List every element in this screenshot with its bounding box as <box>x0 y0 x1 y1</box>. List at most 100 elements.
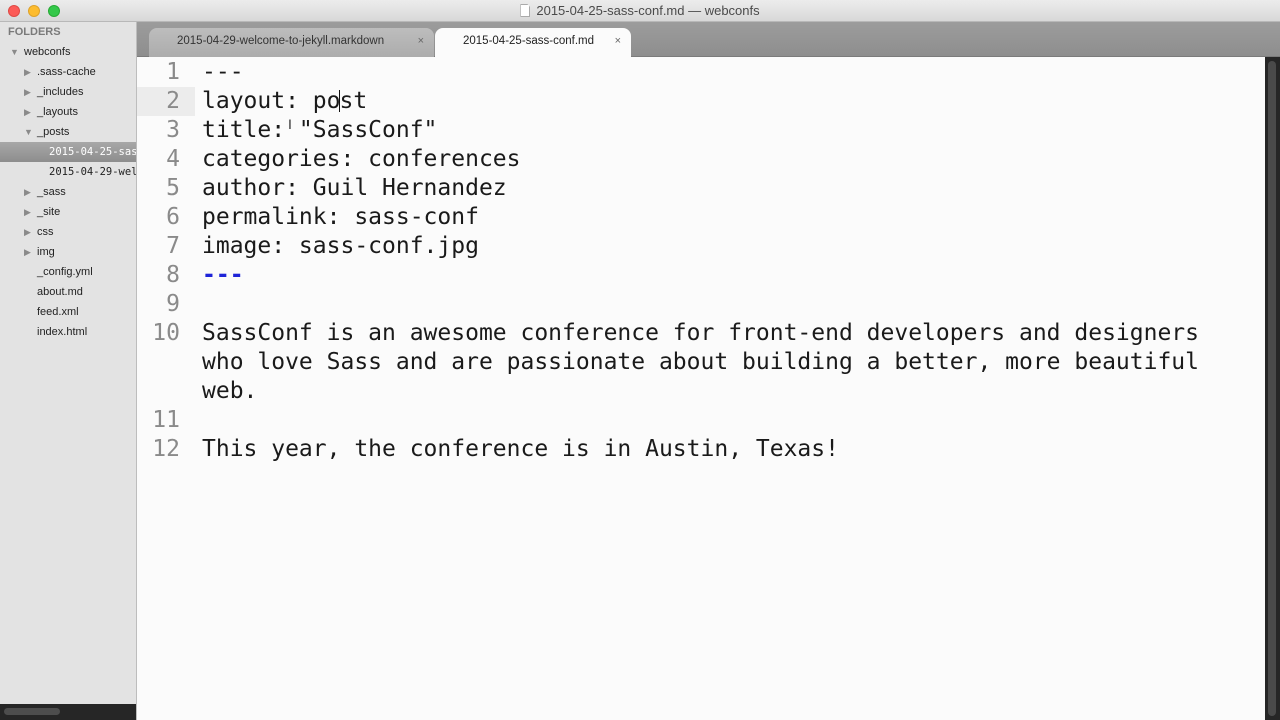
ibeam-cursor-icon: I <box>288 116 292 132</box>
chevron-down-icon[interactable]: ▼ <box>10 42 19 62</box>
tree-file-config[interactable]: _config.yml <box>0 262 136 282</box>
tree-file-feed[interactable]: feed.xml <box>0 302 136 322</box>
tree-item-label: .sass-cache <box>37 66 96 78</box>
tree-item-label: _layouts <box>37 106 78 118</box>
chevron-right-icon[interactable]: ▶ <box>24 82 31 102</box>
sidebar-horizontal-scrollbar[interactable] <box>0 704 136 720</box>
tab-bar: 2015-04-29-welcome-to-jekyll.markdown × … <box>137 22 1280 57</box>
tree-item-label: _site <box>37 206 61 218</box>
tree-folder-includes[interactable]: ▶ _includes <box>0 82 136 102</box>
tree-item-label: _sass <box>37 186 66 198</box>
tab-sass-conf[interactable]: 2015-04-25-sass-conf.md × <box>435 28 631 57</box>
editor-line: 11 <box>137 406 1265 435</box>
tree-item-label: about.md <box>37 286 83 298</box>
document-icon <box>520 4 531 17</box>
line-number <box>137 377 195 406</box>
code-editor[interactable]: 1 --- 2 layout: post 3 title: "SassConf"… <box>137 57 1265 720</box>
tree-file-sass-conf[interactable]: 2015-04-25-sass-conf.md <box>0 142 136 162</box>
tab-welcome-to-jekyll[interactable]: 2015-04-29-welcome-to-jekyll.markdown × <box>149 28 434 57</box>
tree-item-label: index.html <box>37 326 88 338</box>
editor-line: 4 categories: conferences <box>137 145 1265 174</box>
editor-line-wrap: who love Sass and are passionate about b… <box>137 348 1265 377</box>
line-number <box>137 348 195 377</box>
tree-folder-sass[interactable]: ▶ _sass <box>0 182 136 202</box>
line-number: 1 <box>166 59 180 85</box>
editor-line: 10 SassConf is an awesome conference for… <box>137 319 1265 348</box>
line-text: who love Sass and are passionate about b… <box>202 349 1199 375</box>
editor-line-wrap: web. <box>137 377 1265 406</box>
tree-item-label: _includes <box>37 86 84 98</box>
tree-item-label: _config.yml <box>37 266 93 278</box>
line-number: 10 <box>152 320 180 346</box>
chevron-down-icon[interactable]: ▼ <box>24 122 33 142</box>
line-number: 5 <box>166 175 180 201</box>
tree-item-label: img <box>37 246 55 258</box>
tree-item-label: css <box>37 226 54 238</box>
text-after-cursor: st <box>339 88 368 114</box>
line-text: SassConf is an awesome conference for fr… <box>202 320 1199 346</box>
sidebar-header: FOLDERS <box>8 26 61 38</box>
editor-line: 1 --- <box>137 58 1265 87</box>
editor-line: 9 <box>137 290 1265 319</box>
close-icon[interactable]: × <box>418 28 424 54</box>
tree-file-index[interactable]: index.html <box>0 322 136 342</box>
line-number: 3 <box>166 117 180 143</box>
tree-folder-site[interactable]: ▶ _site <box>0 202 136 222</box>
window-title-text: 2015-04-25-sass-conf.md — webconfs <box>536 3 760 18</box>
line-number: 8 <box>166 262 180 288</box>
line-text: image: sass-conf.jpg <box>202 233 479 259</box>
tree-folder-img[interactable]: ▶ img <box>0 242 136 262</box>
tree-folder-webconfs[interactable]: ▼ webconfs <box>0 42 136 62</box>
line-text: --- <box>202 59 244 85</box>
chevron-right-icon[interactable]: ▶ <box>24 222 31 242</box>
line-text: title: "SassConf" <box>202 117 438 143</box>
tree-folder-css[interactable]: ▶ css <box>0 222 136 242</box>
editor-line: 7 image: sass-conf.jpg <box>137 232 1265 261</box>
editor-line: 5 author: Guil Hernandez <box>137 174 1265 203</box>
tree-file-welcome-to-jekyll[interactable]: 2015-04-29-welcome-to-jekyll.markdown <box>0 162 136 182</box>
line-text: --- <box>202 262 244 288</box>
line-number: 7 <box>166 233 180 259</box>
title-bar: 2015-04-25-sass-conf.md — webconfs <box>0 0 1280 22</box>
chevron-right-icon[interactable]: ▶ <box>24 182 31 202</box>
tree-item-label: feed.xml <box>37 306 79 318</box>
editor-line-current: 2 layout: post <box>137 87 1265 116</box>
editor-line: 12 This year, the conference is in Austi… <box>137 435 1265 464</box>
line-text: layout: post <box>202 87 367 116</box>
tree-folder-posts[interactable]: ▼ _posts <box>0 122 136 142</box>
text-before-cursor: layout: po <box>202 88 341 114</box>
tab-label: 2015-04-25-sass-conf.md <box>463 35 595 47</box>
chevron-right-icon[interactable]: ▶ <box>24 102 31 122</box>
tree-item-label: 2015-04-25-sass-conf.md <box>49 146 137 158</box>
window-title: 2015-04-25-sass-conf.md — webconfs <box>0 3 1280 18</box>
scrollbar-thumb[interactable] <box>1268 61 1276 716</box>
scrollbar-thumb[interactable] <box>4 708 60 715</box>
editor-vertical-scrollbar[interactable] <box>1265 57 1280 720</box>
line-number: 2 <box>137 87 195 116</box>
tab-label: 2015-04-29-welcome-to-jekyll.markdown <box>177 35 385 47</box>
tree-file-about[interactable]: about.md <box>0 282 136 302</box>
line-text: author: Guil Hernandez <box>202 175 507 201</box>
chevron-right-icon[interactable]: ▶ <box>24 202 31 222</box>
line-number: 12 <box>152 436 180 462</box>
chevron-right-icon[interactable]: ▶ <box>24 62 31 82</box>
line-number: 11 <box>152 407 180 433</box>
tree-item-label: _posts <box>37 126 70 138</box>
folder-sidebar: FOLDERS ▼ webconfs ▶ .sass-cache ▶ _incl… <box>0 22 137 720</box>
line-text: permalink: sass-conf <box>202 204 479 230</box>
editor-line: 6 permalink: sass-conf <box>137 203 1265 232</box>
chevron-right-icon[interactable]: ▶ <box>24 242 31 262</box>
editor-line: 3 title: "SassConf" <box>137 116 1265 145</box>
tree-item-label: 2015-04-29-welcome-to-jekyll.markdown <box>49 166 137 178</box>
line-number: 6 <box>166 204 180 230</box>
editor-line: 8 --- <box>137 261 1265 290</box>
line-number: 4 <box>166 146 180 172</box>
close-icon[interactable]: × <box>615 28 621 54</box>
line-text: web. <box>202 378 258 404</box>
tree-item-label: webconfs <box>24 46 71 58</box>
tree-folder-layouts[interactable]: ▶ _layouts <box>0 102 136 122</box>
tree-folder-sass-cache[interactable]: ▶ .sass-cache <box>0 62 136 82</box>
line-number: 9 <box>166 291 180 317</box>
line-text: categories: conferences <box>202 146 521 172</box>
line-text: This year, the conference is in Austin, … <box>202 436 839 462</box>
